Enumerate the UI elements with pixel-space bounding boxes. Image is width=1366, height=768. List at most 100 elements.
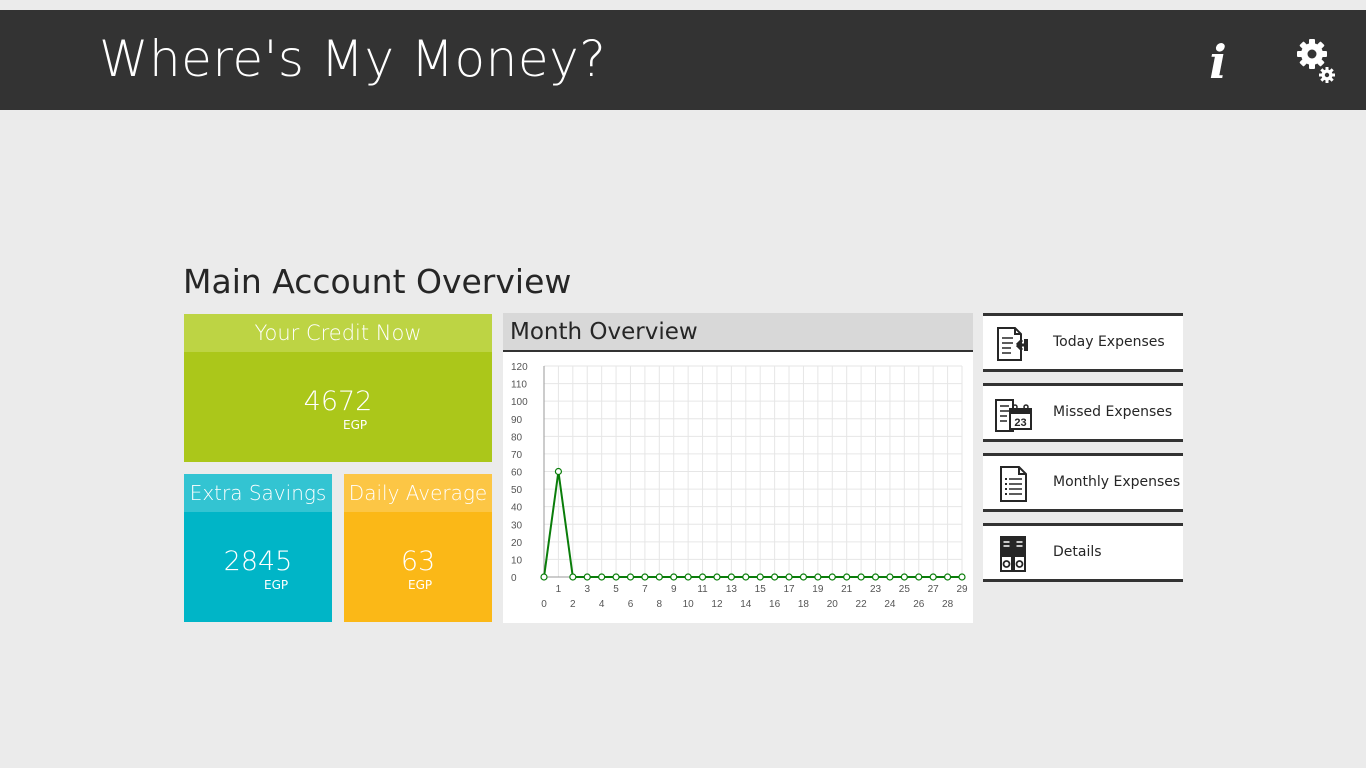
y-tick-label: 100	[511, 397, 528, 408]
today-expenses-icon	[997, 327, 1028, 361]
data-point	[857, 573, 865, 581]
data-point	[915, 573, 923, 581]
y-tick-label: 0	[511, 573, 517, 584]
data-point	[655, 573, 663, 581]
section-title: Main Account Overview	[183, 262, 572, 301]
data-point	[554, 467, 563, 476]
details-label: Details	[1053, 544, 1102, 560]
data-point	[598, 573, 606, 581]
x-tick-label: 25	[899, 584, 911, 595]
data-point	[929, 573, 937, 581]
x-tick-label: 4	[599, 599, 605, 610]
x-tick-label: 24	[884, 599, 896, 610]
info-icon: i	[1209, 35, 1227, 89]
savings-currency: EGP	[264, 578, 289, 592]
data-point	[641, 573, 649, 581]
info-button[interactable]: i	[1196, 34, 1240, 90]
data-point	[900, 573, 908, 581]
missed-expenses-button[interactable]: 23 Missed Expenses	[983, 383, 1183, 442]
document-list-icon	[1000, 466, 1027, 502]
y-tick-label: 120	[511, 362, 528, 373]
details-button[interactable]: Details	[983, 523, 1183, 582]
y-tick-label: 70	[511, 450, 523, 461]
x-tick-label: 9	[671, 584, 677, 595]
monthly-expenses-button[interactable]: Monthly Expenses	[983, 453, 1183, 512]
data-point	[814, 573, 822, 581]
x-tick-label: 10	[683, 599, 695, 610]
calendar-icon-day: 23	[1014, 417, 1026, 429]
data-point	[698, 573, 707, 581]
y-tick-label: 80	[511, 432, 523, 443]
data-point	[771, 573, 779, 581]
y-tick-label: 110	[511, 380, 527, 391]
savings-amount: 2845	[223, 546, 293, 577]
y-tick-label: 60	[511, 468, 523, 479]
x-tick-label: 20	[827, 599, 839, 610]
data-point	[886, 573, 894, 581]
x-tick-label: 1	[556, 584, 562, 595]
data-point	[843, 573, 851, 581]
savings-tile-title: Extra Savings	[184, 474, 332, 512]
data-point	[799, 573, 808, 581]
x-tick-label: 3	[584, 584, 590, 595]
app-title: Where's My Money?	[99, 30, 607, 88]
data-point	[569, 573, 577, 581]
x-tick-label: 12	[711, 599, 723, 610]
x-tick-label: 0	[541, 599, 547, 610]
calendar-icon: 23	[995, 399, 1032, 432]
x-tick-label: 16	[769, 599, 781, 610]
credit-tile: Your Credit Now 4672 EGP	[184, 314, 492, 462]
x-tick-label: 18	[798, 599, 810, 610]
today-expenses-label: Today Expenses	[1053, 334, 1165, 350]
data-point	[670, 573, 678, 581]
data-point	[626, 573, 635, 581]
average-tile-title: Daily Average	[344, 474, 492, 512]
x-tick-label: 11	[697, 584, 708, 595]
x-tick-label: 14	[740, 599, 752, 610]
data-point	[943, 573, 952, 581]
gear-icon	[1297, 39, 1335, 83]
x-tick-label: 15	[755, 584, 767, 595]
x-tick-label: 28	[942, 599, 954, 610]
data-point	[583, 573, 591, 581]
data-point	[828, 573, 836, 581]
data-point	[713, 573, 721, 581]
data-point	[785, 573, 793, 581]
x-tick-label: 27	[928, 584, 940, 595]
data-point	[684, 573, 692, 581]
top-strip	[0, 0, 1366, 10]
data-point	[742, 573, 750, 581]
y-tick-label: 10	[511, 555, 523, 566]
x-tick-label: 5	[613, 584, 619, 595]
month-overview-panel: Month Overview 0 10 20 30 40 50 60 70 80 90 100 110…	[503, 313, 973, 623]
missed-expenses-label: Missed Expenses	[1053, 404, 1173, 420]
x-tick-label: 17	[783, 584, 795, 595]
x-tick-label: 22	[856, 599, 868, 610]
x-tick-label: 6	[628, 599, 634, 610]
y-tick-label: 50	[511, 485, 523, 496]
binders-icon	[1000, 536, 1026, 572]
x-tick-label: 8	[657, 599, 663, 610]
credit-tile-title: Your Credit Now	[184, 314, 492, 352]
settings-button[interactable]	[1290, 38, 1340, 94]
y-tick-label: 40	[511, 503, 523, 514]
x-tick-label: 2	[570, 599, 576, 610]
app-header: Where's My Money? i	[0, 10, 1366, 110]
today-expenses-button[interactable]: Today Expenses	[983, 313, 1183, 372]
credit-currency: EGP	[343, 418, 368, 432]
data-point	[871, 573, 880, 581]
credit-amount: 4672	[303, 386, 373, 417]
average-tile: Daily Average 63 EGP	[344, 474, 492, 622]
savings-tile: Extra Savings 2845 EGP	[184, 474, 332, 622]
average-currency: EGP	[408, 578, 433, 592]
y-tick-label: 90	[511, 415, 523, 426]
y-tick-label: 20	[511, 538, 523, 549]
data-point	[612, 573, 620, 581]
x-tick-label: 19	[812, 584, 824, 595]
data-point	[958, 573, 966, 581]
x-tick-label: 21	[841, 584, 853, 595]
data-point	[540, 573, 548, 581]
month-overview-chart: 01020304050607080901001101201 3 5 7 9 11 13 15 1…	[511, 362, 968, 610]
x-tick-label: 26	[913, 599, 925, 610]
data-point	[756, 573, 764, 581]
